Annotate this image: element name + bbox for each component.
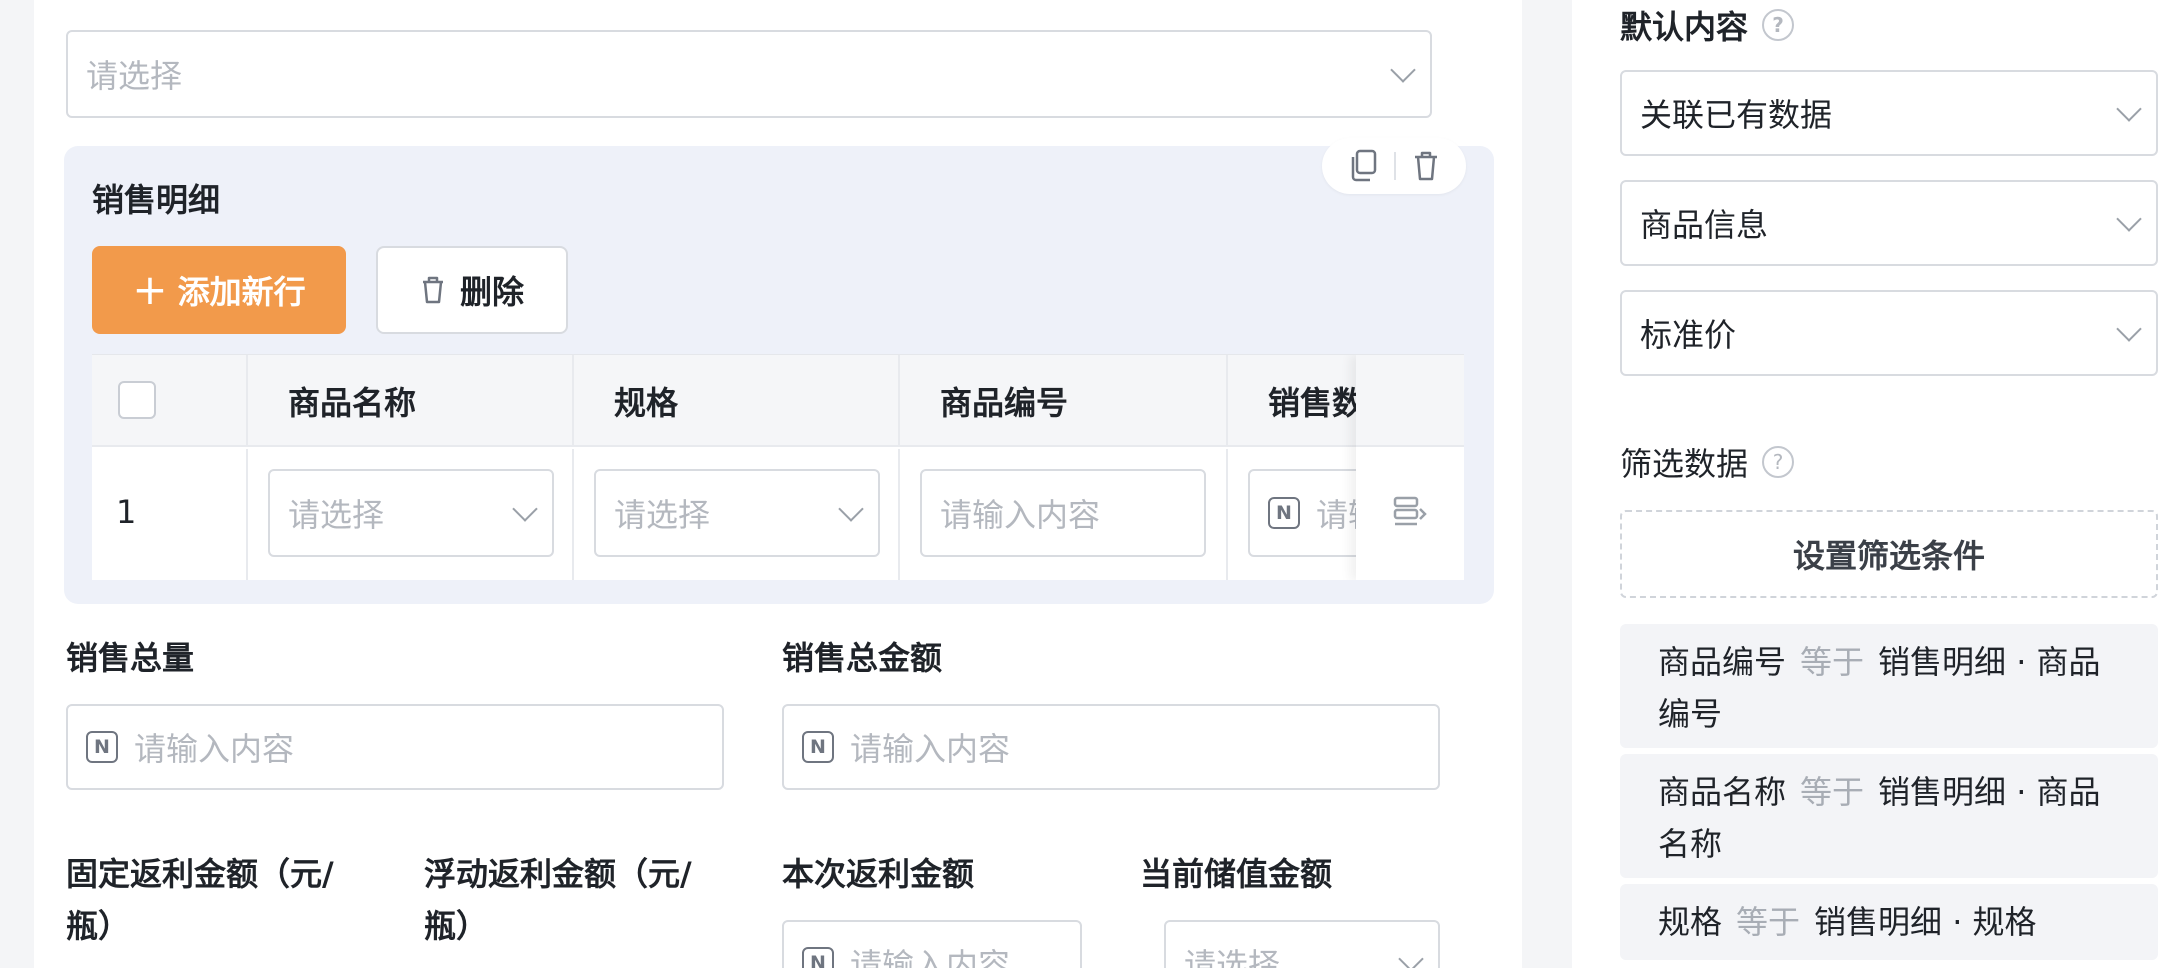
table-row: 1 <box>92 449 248 580</box>
delete-label: 删除 <box>459 273 524 311</box>
number-icon: N <box>802 731 834 763</box>
action-separator <box>1394 152 1396 180</box>
condition-field: 商品编号 <box>1658 643 1787 681</box>
float-rebate-label: 浮动返利金额（元/瓶） <box>424 855 692 945</box>
number-icon: N <box>802 947 834 968</box>
spec-select-placeholder: 请选择 <box>614 496 711 534</box>
cell-code: 请输入内容 <box>900 449 1228 580</box>
help-icon[interactable]: ? <box>1762 9 1795 41</box>
source-form-select[interactable]: 商品信息 <box>1620 180 2158 266</box>
delete-button[interactable]: 删除 <box>376 246 568 334</box>
source-field-value: 标准价 <box>1640 316 1737 354</box>
chevron-down-icon <box>1390 57 1416 83</box>
column-header-spec: 规格 <box>574 355 900 447</box>
add-row-label: 添加新行 <box>177 273 306 311</box>
filter-data-label: 筛选数据 ? <box>1620 436 1795 488</box>
select-all-checkbox[interactable] <box>118 381 156 419</box>
filter-condition[interactable]: 商品编号 等于 销售明细 · 商品编号 <box>1620 624 2158 748</box>
cell-spec: 请选择 <box>574 449 900 580</box>
condition-op: 等于 <box>1736 903 1801 941</box>
top-select-placeholder: 请选择 <box>86 57 183 95</box>
plus-icon: + <box>132 265 168 314</box>
chevron-down-icon <box>512 496 538 522</box>
source-field-select[interactable]: 标准价 <box>1620 290 2158 376</box>
add-row-button[interactable]: + 添加新行 <box>92 246 346 334</box>
default-content-label: 默认内容 ? <box>1620 0 1795 50</box>
chevron-down-icon <box>838 496 864 522</box>
total-amount-placeholder: 请输入内容 <box>850 730 1011 768</box>
number-icon: N <box>1268 497 1300 529</box>
row-detail-icon[interactable] <box>1392 495 1428 529</box>
form-canvas: 请选择 销售明细 + 添加新行 删除 商品名称 规格 商品编号 销售数 1 请选… <box>34 0 1522 968</box>
row-actions-column <box>1356 355 1464 580</box>
subtable-block[interactable]: 销售明细 + 添加新行 删除 商品名称 规格 商品编号 销售数 1 请选择 请选… <box>64 138 1494 604</box>
source-form-value: 商品信息 <box>1640 206 1769 244</box>
cell-name: 请选择 <box>248 449 574 580</box>
row-actions-header <box>1356 355 1464 447</box>
column-header-name: 商品名称 <box>248 355 574 447</box>
default-content-type-value: 关联已有数据 <box>1640 96 1833 134</box>
table-header: 商品名称 规格 商品编号 销售数 <box>92 355 1464 447</box>
number-icon: N <box>86 731 118 763</box>
condition-op: 等于 <box>1800 773 1865 811</box>
name-select[interactable]: 请选择 <box>268 469 554 557</box>
stored-value-placeholder: 请选择 <box>1184 946 1281 968</box>
header-select-all <box>92 355 248 447</box>
subtable-title: 销售明细 <box>92 181 221 219</box>
top-select[interactable]: 请选择 <box>66 30 1432 118</box>
total-amount-input[interactable]: N 请输入内容 <box>782 704 1440 790</box>
stored-value-select[interactable]: 请选择 <box>1164 920 1440 968</box>
row-index: 1 <box>116 493 137 531</box>
spec-select[interactable]: 请选择 <box>594 469 880 557</box>
filter-condition[interactable]: 商品名称 等于 销售明细 · 商品名称 <box>1620 754 2158 878</box>
chevron-down-icon <box>1398 946 1424 968</box>
current-rebate-placeholder: 请输入内容 <box>850 946 1011 968</box>
current-rebate-input[interactable]: N 请输入内容 <box>782 920 1082 968</box>
help-icon[interactable]: ? <box>1762 446 1795 478</box>
chevron-down-icon <box>2116 96 2142 122</box>
filter-condition[interactable]: 规格 等于 销售明细 · 规格 <box>1620 884 2158 960</box>
trash-icon <box>420 274 446 306</box>
total-amount-label: 销售总金额 <box>782 639 943 677</box>
property-panel: 默认内容 ? 关联已有数据 商品信息 标准价 筛选数据 ? 设置筛选条件 商品编… <box>1572 0 2176 968</box>
fixed-rebate-label: 固定返利金额（元/瓶） <box>66 855 334 945</box>
chevron-down-icon <box>2116 316 2142 342</box>
chevron-down-icon <box>2116 206 2142 232</box>
name-select-placeholder: 请选择 <box>288 496 385 534</box>
current-rebate-label: 本次返利金额 <box>782 855 975 893</box>
total-qty-placeholder: 请输入内容 <box>134 730 295 768</box>
total-qty-input[interactable]: N 请输入内容 <box>66 704 724 790</box>
condition-value: 销售明细 · 规格 <box>1814 903 2037 941</box>
copy-icon[interactable] <box>1348 149 1378 183</box>
trash-icon[interactable] <box>1412 149 1440 183</box>
column-header-code: 商品编号 <box>900 355 1228 447</box>
default-content-type-select[interactable]: 关联已有数据 <box>1620 70 2158 156</box>
code-input[interactable]: 请输入内容 <box>920 469 1206 557</box>
set-filter-button[interactable]: 设置筛选条件 <box>1620 510 2158 598</box>
condition-field: 商品名称 <box>1658 773 1787 811</box>
condition-op: 等于 <box>1800 643 1865 681</box>
condition-field: 规格 <box>1658 903 1723 941</box>
default-content-text: 默认内容 <box>1620 8 1749 46</box>
filter-data-text: 筛选数据 <box>1620 445 1749 483</box>
total-qty-label: 销售总量 <box>66 639 195 677</box>
subtable: 商品名称 规格 商品编号 销售数 1 请选择 请选择 请输入内容 N 请输 <box>92 354 1464 580</box>
stored-value-label: 当前储值金额 <box>1140 855 1333 893</box>
code-input-placeholder: 请输入内容 <box>940 496 1101 534</box>
block-actions <box>1322 138 1466 194</box>
